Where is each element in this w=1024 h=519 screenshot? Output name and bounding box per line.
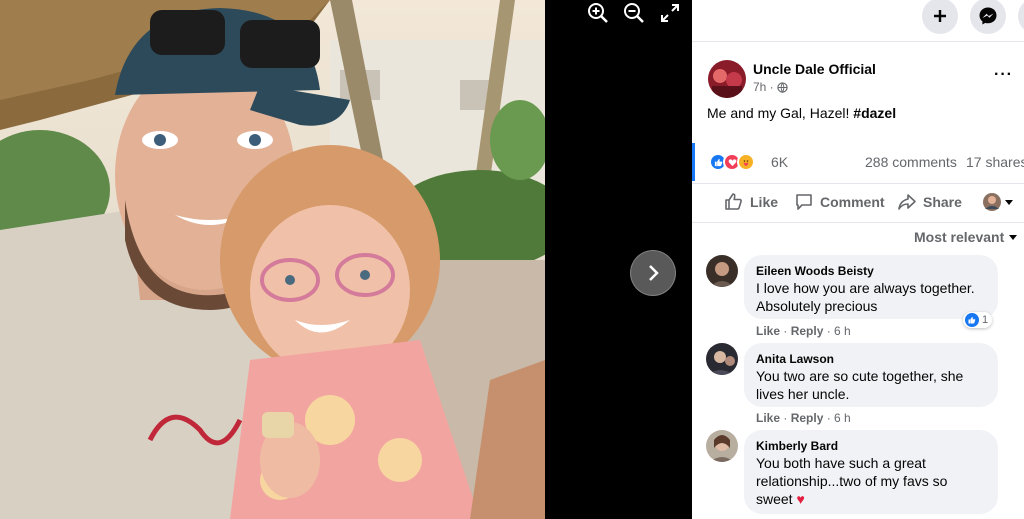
top-bar [692, 0, 1024, 42]
post-options-button[interactable]: ··· [994, 66, 1013, 84]
comment-text-line: I love how you are always together. [756, 280, 975, 296]
comment-like-link[interactable]: Like [756, 324, 780, 338]
comment-label: Comment [820, 194, 885, 210]
messenger-icon [979, 7, 997, 25]
comment-text-line: Absolutely precious [756, 298, 878, 314]
caret-down-icon [1005, 200, 1013, 205]
post-meta: 7h · [753, 80, 788, 94]
comment-time[interactable]: 6 h [834, 411, 851, 425]
zoom-in-icon[interactable] [584, 0, 612, 26]
post-as-selector[interactable] [982, 192, 1013, 212]
comment-bubble: Eileen Woods Beisty I love how you are a… [744, 255, 998, 319]
comment-text-line: sweet ♥ [756, 490, 986, 508]
commenter-name[interactable]: Eileen Woods Beisty [756, 263, 986, 279]
share-label: Share [923, 194, 962, 210]
comment-bubble: Anita Lawson You two are so cute togethe… [744, 343, 998, 407]
like-icon [965, 313, 979, 327]
create-button[interactable] [922, 0, 958, 34]
thumbs-up-icon [725, 193, 742, 210]
post-actions: Like Comment Share [692, 183, 1024, 223]
comment-sort-dropdown[interactable]: Most relevant [914, 229, 1018, 245]
zoom-out-icon[interactable] [620, 0, 648, 26]
messenger-button[interactable] [970, 0, 1006, 34]
commenter-avatar[interactable] [706, 343, 738, 375]
globe-icon [777, 81, 788, 93]
page-name[interactable]: Uncle Dale Official [753, 61, 876, 77]
post-stats: 6K 288 comments 17 shares [692, 143, 1024, 181]
care-icon [737, 153, 755, 171]
comment-text-segment: sweet [756, 491, 797, 507]
comment-count[interactable]: 288 comments [865, 154, 957, 170]
comment-actions: Like · Reply · 6 h [756, 324, 851, 338]
caption-text: Me and my Gal, Hazel! [707, 105, 854, 121]
like-button[interactable]: Like [724, 192, 778, 212]
avatar [983, 193, 1001, 211]
commenter-name[interactable]: Kimberly Bard [756, 438, 986, 454]
photo-illustration [0, 0, 545, 519]
comment-reaction-count[interactable]: 1 [963, 312, 993, 328]
like-label: Like [750, 194, 779, 210]
reaction-count[interactable]: 6K [771, 154, 788, 170]
screen: Uncle Dale Official 7h · ··· Me and my G… [0, 0, 1024, 519]
reaction-icons[interactable] [709, 153, 755, 171]
commenter-avatar[interactable] [706, 430, 738, 462]
heart-icon: ♥ [796, 491, 805, 507]
comment-text-line: You two are so cute together, she [756, 368, 964, 384]
comment-reply-link[interactable]: Reply [791, 324, 824, 338]
share-icon [898, 194, 916, 210]
notifications-button[interactable] [1018, 0, 1024, 34]
commenter-name[interactable]: Anita Lawson [756, 351, 986, 367]
caret-down-icon [1009, 235, 1018, 240]
chevron-right-icon [649, 265, 659, 281]
next-photo-button[interactable] [630, 250, 676, 296]
comment-icon [796, 194, 812, 210]
comment-sort-label: Most relevant [914, 229, 1005, 245]
share-button[interactable]: Share [897, 192, 962, 212]
comment-time[interactable]: 6 h [834, 324, 851, 338]
post-caption: Me and my Gal, Hazel! #dazel [707, 105, 896, 121]
share-count[interactable]: 17 shares [966, 154, 1024, 170]
comment-bubble: Kimberly Bard You both have such a great… [744, 430, 998, 514]
photo-viewer [0, 0, 692, 519]
post-photo[interactable] [0, 0, 545, 519]
viewer-toolbar [584, 0, 684, 26]
post-panel: Uncle Dale Official 7h · ··· Me and my G… [692, 0, 1024, 519]
post-time[interactable]: 7h · [753, 80, 774, 94]
comment-text-line: relationship...two of my favs so [756, 473, 948, 489]
comment-like-count: 1 [982, 314, 989, 326]
comment-text-line: You both have such a great [756, 455, 926, 471]
comment-like-link[interactable]: Like [756, 411, 780, 425]
plus-icon [934, 10, 946, 22]
commenter-avatar[interactable] [706, 255, 738, 287]
comment-reply-link[interactable]: Reply [791, 411, 824, 425]
comment-text-line: lives her uncle. [756, 386, 850, 402]
fullscreen-icon[interactable] [656, 0, 684, 26]
comment-actions: Like · Reply · 6 h [756, 411, 851, 425]
page-avatar[interactable] [708, 60, 746, 103]
comment-button[interactable]: Comment [794, 192, 885, 212]
hashtag-link[interactable]: #dazel [853, 105, 896, 121]
